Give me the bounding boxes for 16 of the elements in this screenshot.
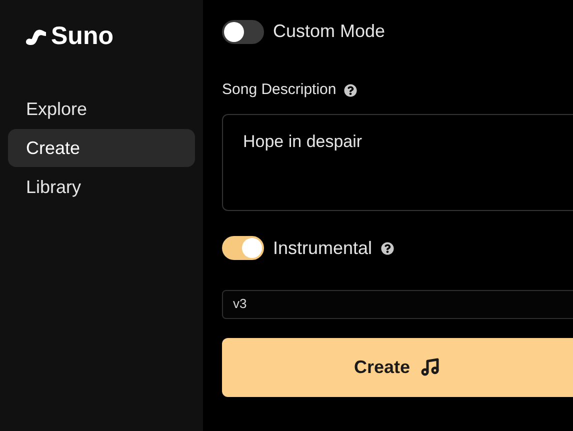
- logo-icon: [25, 28, 47, 46]
- nav-item[interactable]: Library: [8, 168, 195, 206]
- model-field[interactable]: v3: [222, 290, 573, 318]
- toggle-switch[interactable]: [222, 20, 264, 44]
- field-label: Song Description: [222, 80, 336, 100]
- help-icon[interactable]: [344, 84, 358, 97]
- music-note-icon: [420, 357, 440, 377]
- description-field[interactable]: Hope in despair: [222, 114, 573, 210]
- nav-item[interactable]: Create: [8, 129, 195, 167]
- nav-item[interactable]: Explore: [8, 90, 195, 128]
- toggle-label: Instrumental: [273, 236, 372, 260]
- create-button[interactable]: Create: [222, 338, 573, 396]
- toggle-label: Custom Mode: [273, 20, 386, 43]
- logo-text: Suno: [51, 24, 114, 49]
- toggle-switch[interactable]: [222, 236, 264, 260]
- help-icon[interactable]: [381, 242, 394, 254]
